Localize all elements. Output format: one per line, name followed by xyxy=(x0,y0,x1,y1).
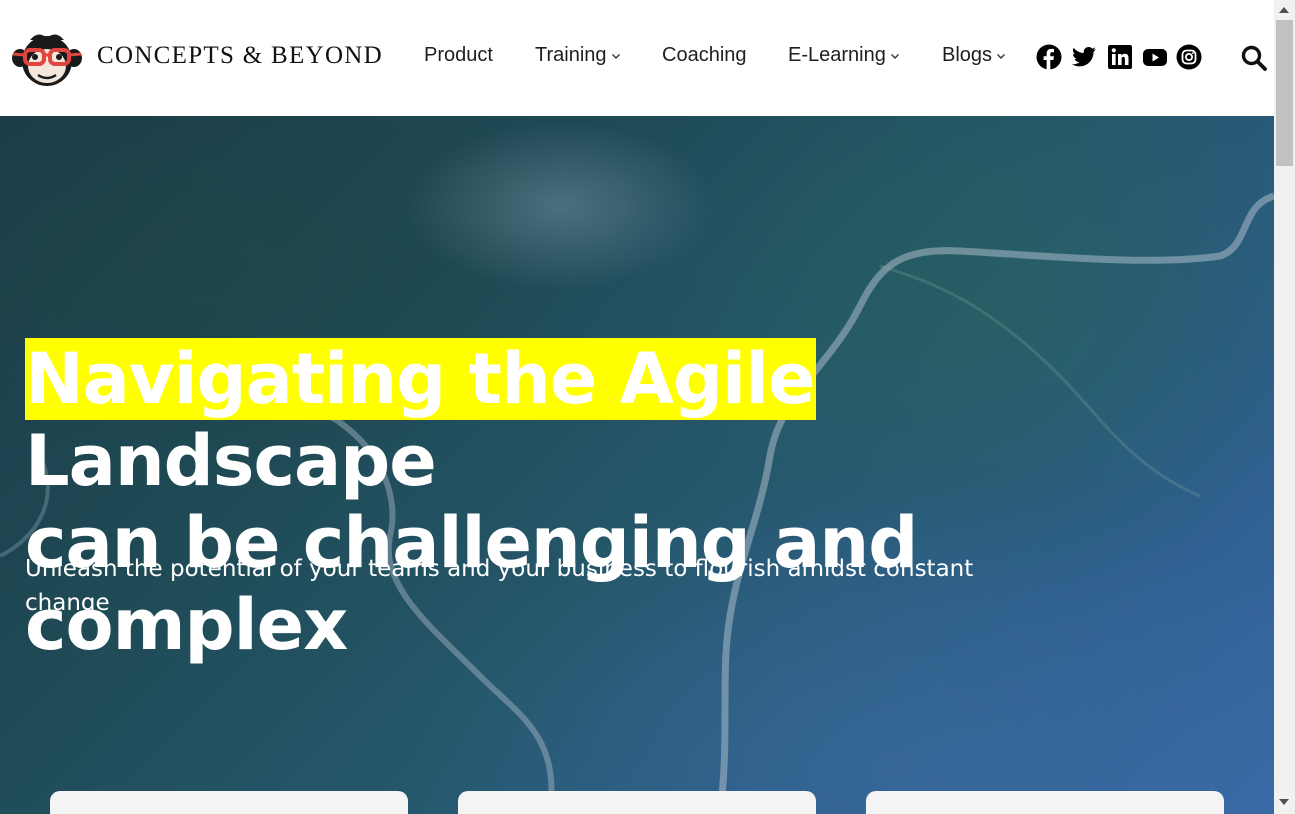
chevron-down-icon xyxy=(997,53,1006,59)
nav-label: Coaching xyxy=(662,44,747,66)
nav-label: E-Learning xyxy=(788,44,886,66)
instagram-icon[interactable] xyxy=(1176,44,1202,70)
scroll-up-arrow-icon[interactable] xyxy=(1279,7,1289,13)
nav-e-learning[interactable]: E-Learning xyxy=(788,44,900,67)
hero-title-rest: Landscape xyxy=(25,420,437,502)
chevron-down-icon xyxy=(890,53,899,59)
scroll-thumb[interactable] xyxy=(1276,20,1293,166)
hero-title-highlight: Navigating the Agile xyxy=(25,338,817,420)
linkedin-icon[interactable] xyxy=(1107,44,1133,70)
hero-subtitle: Unleash the potential of your teams and … xyxy=(25,556,974,616)
twitter-icon[interactable] xyxy=(1071,44,1097,70)
search-icon[interactable] xyxy=(1240,44,1268,72)
scroll-down-arrow-icon[interactable] xyxy=(1279,799,1289,805)
feature-card[interactable] xyxy=(866,791,1224,814)
site-header: CONCEPTS & BEYOND Product Training Coach… xyxy=(0,0,1274,116)
nav-blogs[interactable]: Blogs xyxy=(942,44,1006,67)
facebook-icon[interactable] xyxy=(1036,44,1062,70)
nav-training[interactable]: Training xyxy=(535,44,621,67)
nav-coaching[interactable]: Coaching xyxy=(662,44,747,67)
feature-card[interactable] xyxy=(458,791,816,814)
feature-card[interactable] xyxy=(50,791,408,814)
chevron-down-icon xyxy=(611,53,620,59)
nav-label: Blogs xyxy=(942,44,993,66)
nav-label: Product xyxy=(424,44,493,66)
hero-section: Navigating the Agile Landscape can be ch… xyxy=(0,116,1274,814)
youtube-icon[interactable] xyxy=(1142,44,1168,70)
nav-product[interactable]: Product xyxy=(424,44,493,67)
page-scrollbar[interactable] xyxy=(1274,0,1295,814)
nav-label: Training xyxy=(535,44,607,66)
